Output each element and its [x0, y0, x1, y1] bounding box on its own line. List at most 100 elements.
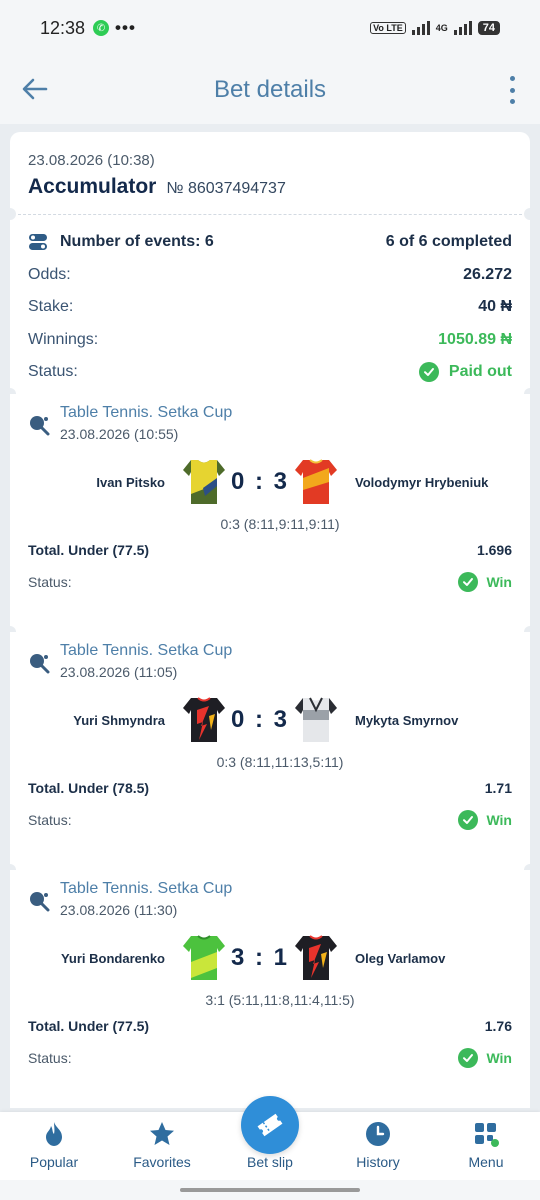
more-options-icon[interactable]	[506, 76, 518, 104]
event-league: Table Tennis. Setka Cup	[60, 880, 233, 897]
network-type: 4G	[435, 23, 448, 33]
event-league: Table Tennis. Setka Cup	[60, 642, 233, 659]
market-name: Total. Under (78.5)	[28, 780, 150, 796]
nav-label: Favorites	[133, 1154, 191, 1170]
event-datetime: 23.08.2026 (11:05)	[60, 664, 178, 680]
stake-value: 40 ₦	[478, 298, 512, 316]
player-home: Yuri Shmyndra	[73, 712, 165, 728]
event-result: Win	[458, 1048, 512, 1068]
away-jersey-icon	[295, 459, 337, 504]
nav-label: Bet slip	[247, 1154, 293, 1170]
status-bar: 12:38 ✆ ••• Vo LTE 4G 74	[0, 0, 540, 56]
nav-label: History	[356, 1154, 400, 1170]
bet-datetime: 23.08.2026 (10:38)	[28, 152, 155, 169]
ticket-icon[interactable]	[241, 1096, 299, 1154]
gesture-bar[interactable]	[0, 1180, 540, 1200]
signal-icon	[411, 21, 430, 35]
events-toggle-icon	[29, 234, 47, 251]
match-score: 3 : 1	[230, 944, 290, 971]
app-bar: Bet details	[0, 56, 540, 124]
odds-row: Odds: 26.272	[28, 259, 512, 292]
event-datetime: 23.08.2026 (10:55)	[60, 426, 179, 442]
event-league: Table Tennis. Setka Cup	[60, 404, 233, 421]
odds-label: Odds:	[28, 265, 71, 283]
away-jersey-icon	[295, 697, 337, 742]
status-row: Status: Paid out	[28, 356, 512, 389]
winnings-row: Winnings: 1050.89 ₦	[28, 324, 512, 357]
stake-label: Stake:	[28, 298, 74, 316]
event-card[interactable]: Table Tennis. Setka Cup 23.08.2026 (11:0…	[10, 632, 530, 870]
star-icon	[150, 1122, 174, 1145]
set-scores: 3:1 (5:11,11:8,11:4,11:5)	[205, 992, 355, 1008]
match-score: 0 : 3	[230, 706, 290, 733]
event-status-label: Status:	[28, 812, 72, 828]
winnings-value: 1050.89 ₦	[438, 330, 512, 348]
nav-label: Popular	[29, 1154, 79, 1170]
set-scores: 0:3 (8:11,11:13,5:11)	[216, 754, 344, 770]
check-circle-icon	[418, 362, 439, 383]
table-tennis-icon	[30, 654, 50, 674]
bottom-nav: Popular Favorites Bet slip History Menu	[0, 1096, 540, 1180]
market-odds: 1.696	[476, 542, 512, 558]
event-card[interactable]: Table Tennis. Setka Cup 23.08.2026 (11:3…	[10, 870, 530, 1108]
bet-summary: Number of events: 6 6 of 6 completed Odd…	[10, 214, 530, 394]
signal-icon-2	[453, 21, 472, 35]
events-completed: 6 of 6 completed	[385, 233, 512, 251]
stake-row: Stake: 40 ₦	[28, 291, 512, 324]
market-odds: 1.76	[484, 1018, 512, 1034]
back-arrow-icon[interactable]	[20, 74, 50, 104]
table-tennis-icon	[30, 416, 50, 436]
volte-icon: Vo LTE	[370, 22, 406, 34]
player-home: Yuri Bondarenko	[60, 950, 165, 966]
market-name: Total. Under (77.5)	[28, 1018, 150, 1034]
result-value: Win	[486, 1050, 512, 1066]
grid-menu-icon	[475, 1123, 499, 1147]
bet-details-content: 23.08.2026 (10:38) Accumulator № 8603749…	[4, 132, 536, 1108]
check-circle-icon	[458, 1048, 479, 1068]
result-value: Win	[486, 574, 512, 590]
player-away: Mykyta Smyrnov	[355, 712, 459, 728]
nav-favorites[interactable]: Favorites	[112, 1120, 212, 1170]
player-home: Ivan Pitsko	[96, 474, 165, 490]
event-status-label: Status:	[28, 574, 72, 590]
clock: 12:38	[40, 17, 86, 38]
bet-header: 23.08.2026 (10:38) Accumulator № 8603749…	[10, 132, 530, 214]
check-circle-icon	[458, 810, 479, 830]
events-row[interactable]: Number of events: 6 6 of 6 completed	[28, 226, 512, 259]
page-title: Bet details	[213, 76, 327, 103]
event-result: Win	[458, 572, 512, 592]
winnings-label: Winnings:	[28, 330, 99, 348]
bet-number: № 86037494737	[166, 180, 286, 197]
set-scores: 0:3 (8:11,9:11,9:11)	[220, 516, 340, 532]
nav-label: Menu	[468, 1154, 504, 1170]
player-away: Oleg Varlamov	[355, 950, 446, 966]
event-status-label: Status:	[28, 1050, 72, 1066]
home-jersey-icon	[183, 697, 225, 742]
result-value: Win	[486, 812, 512, 828]
event-card[interactable]: Table Tennis. Setka Cup 23.08.2026 (10:5…	[10, 394, 530, 632]
market-name: Total. Under (77.5)	[28, 542, 150, 558]
clock-icon	[366, 1122, 390, 1146]
check-circle-icon	[458, 572, 479, 592]
more-notifications-icon: •••	[115, 18, 136, 37]
away-jersey-icon	[295, 935, 337, 980]
market-odds: 1.71	[484, 780, 512, 796]
flame-icon	[46, 1122, 62, 1146]
status-value: Paid out	[448, 363, 512, 381]
event-datetime: 23.08.2026 (11:30)	[60, 902, 178, 918]
match-score: 0 : 3	[230, 468, 290, 495]
nav-history[interactable]: History	[328, 1120, 428, 1170]
battery-icon: 74	[477, 21, 500, 35]
nav-popular[interactable]: Popular	[4, 1120, 104, 1170]
player-away: Volodymyr Hrybeniuk	[355, 474, 489, 490]
nav-menu[interactable]: Menu	[436, 1120, 536, 1170]
event-result: Win	[458, 810, 512, 830]
table-tennis-icon	[30, 892, 50, 912]
status-badge: Paid out	[418, 362, 512, 383]
home-jersey-icon	[183, 935, 225, 980]
bet-type: Accumulator	[28, 175, 157, 198]
status-label: Status:	[28, 363, 78, 381]
home-jersey-icon	[183, 460, 225, 504]
whatsapp-icon: ✆	[93, 20, 110, 36]
nav-bet-slip[interactable]: Bet slip	[220, 1096, 320, 1170]
